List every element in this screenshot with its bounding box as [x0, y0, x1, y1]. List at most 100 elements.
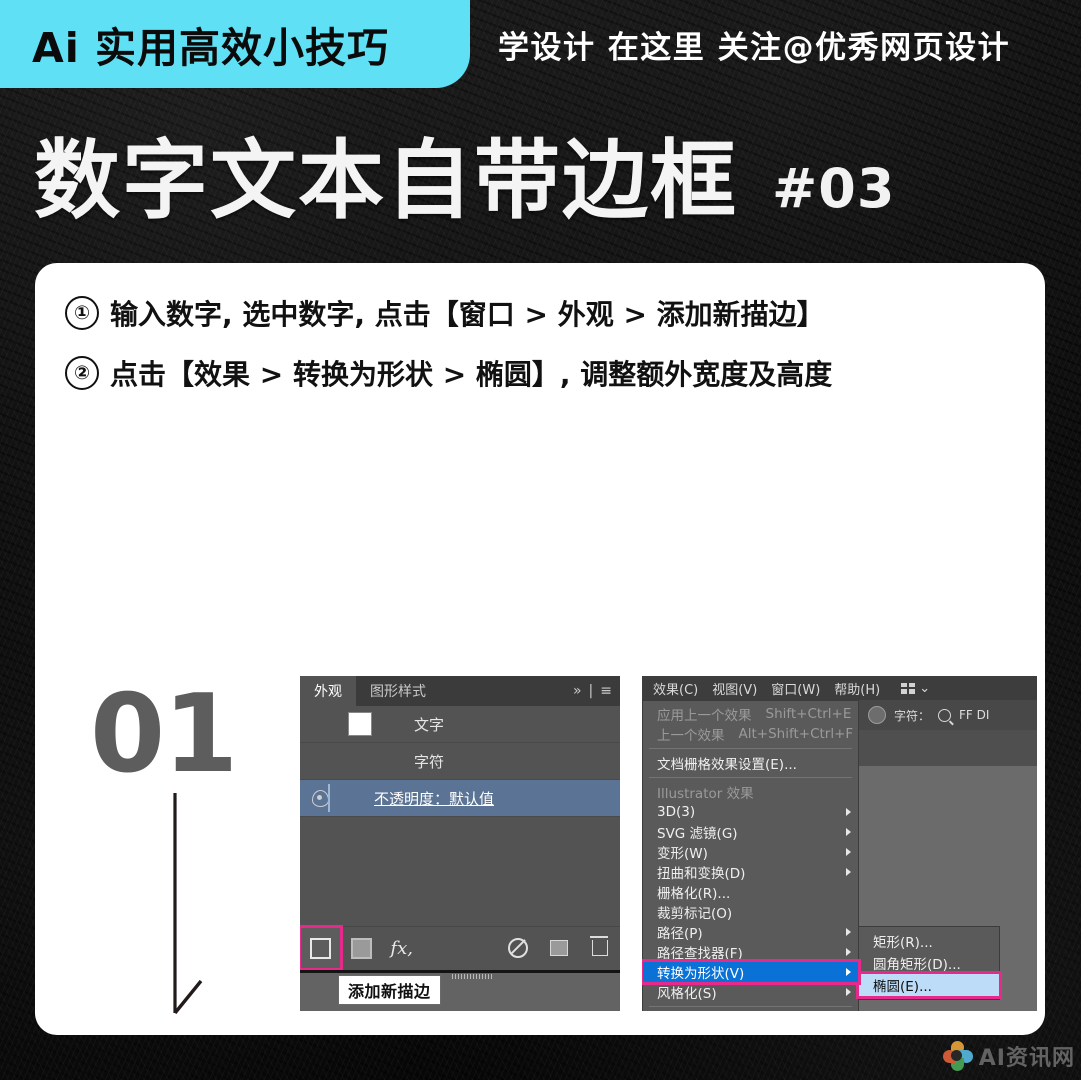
add-new-effect-button[interactable]: fx,	[381, 927, 422, 969]
tab-appearance[interactable]: 外观	[300, 676, 356, 706]
trash-icon	[589, 936, 608, 956]
duplicate-icon	[550, 940, 569, 956]
fx-icon: fx,	[390, 937, 413, 959]
menu-item-stylize[interactable]: 风格化(S)	[643, 982, 858, 1002]
step-1: ① 输入数字, 选中数字, 点击【窗口 > 外观 > 添加新描边】	[65, 293, 825, 333]
square-outline-icon	[309, 937, 331, 959]
menu-item-label: 3D(3)	[657, 804, 696, 820]
menu-item-pathfinder[interactable]: 路径查找器(F)	[643, 942, 858, 962]
menu-item-label: 栅格化(R)...	[657, 886, 731, 902]
menu-item-label: 变形(W)	[657, 846, 708, 862]
title-row: 数字文本自带边框 #03	[34, 114, 1054, 224]
tip-number: #03	[772, 157, 896, 220]
content-card: ① 输入数字, 选中数字, 点击【窗口 > 外观 > 添加新描边】 ② 点击【效…	[35, 263, 1045, 1035]
step-2: ② 点击【效果 > 转换为形状 > 椭圆】, 调整额外宽度及高度	[65, 353, 832, 393]
delete-item-button[interactable]	[579, 927, 620, 969]
white-swatch-icon[interactable]	[348, 712, 372, 736]
effects-menu-screenshot: 效果(C) 视图(V) 窗口(W) 帮助(H) ⌄ 字符： FF DI 应用上一…	[642, 676, 1037, 1011]
scroll-grip[interactable]	[452, 974, 494, 979]
tab-graphic-styles[interactable]: 图形样式	[356, 676, 440, 706]
chevron-right-icon	[846, 968, 851, 976]
menu-item-3d[interactable]: 3D(3)	[643, 802, 858, 822]
appearance-row-characters[interactable]: 字符	[300, 743, 620, 780]
menu-item-convert-to-shape[interactable]: 转换为形状(V)	[642, 959, 861, 985]
appearance-row-text[interactable]: 文字	[300, 706, 620, 743]
menu-item-document-raster-settings[interactable]: 文档栅格效果设置(E)...	[643, 753, 858, 773]
chevron-right-icon	[846, 948, 851, 956]
page-title: 数字文本自带边框	[34, 131, 738, 231]
clear-appearance-button[interactable]	[498, 927, 539, 969]
menu-item-apply-last-effect[interactable]: 应用上一个效果 Shift+Ctrl+E	[643, 704, 858, 724]
menu-item-label: 风格化(S)	[657, 986, 717, 1002]
menu-item-label: 路径(P)	[657, 926, 703, 942]
appearance-panel-screenshot: 外观 图形样式 » | ≡ 文字 字符 不透明度：默认值 fx, 添加新描边	[300, 676, 620, 1011]
menu-item-last-effect[interactable]: 上一个效果 Alt+Shift+Ctrl+F	[643, 724, 858, 744]
chevron-right-icon	[846, 988, 851, 996]
menu-item-warp[interactable]: 变形(W)	[643, 842, 858, 862]
menu-item-label: 路径查找器(F)	[657, 946, 743, 962]
step-2-text: 点击【效果 > 转换为形状 > 椭圆】, 调整额外宽度及高度	[110, 358, 833, 391]
appearance-panel-tools: » | ≡	[573, 676, 612, 706]
menubar-view[interactable]: 视图(V)	[705, 679, 764, 698]
demo-plain-number: 01	[90, 672, 238, 797]
header-tagline: 学设计 在这里 关注@优秀网页设计	[498, 29, 1011, 66]
page-header: Ai 实用高效小技巧 学设计 在这里 关注@优秀网页设计	[0, 0, 1081, 97]
step-2-marker: ②	[65, 356, 99, 390]
submenu-item-ellipse[interactable]: 椭圆(E)...	[856, 971, 1002, 999]
workspace-switcher[interactable]: ⌄	[901, 681, 930, 696]
fill-swatch-slot[interactable]	[340, 712, 380, 736]
menubar-help[interactable]: 帮助(H)	[827, 679, 887, 698]
add-new-fill-button[interactable]	[341, 927, 382, 969]
panel-menu-icon[interactable]: ≡	[600, 683, 612, 699]
menu-item-crop-marks[interactable]: 裁剪标记(O)	[643, 902, 858, 922]
selection-indicator	[328, 784, 330, 812]
appearance-row-label: 不透明度：默认值	[374, 789, 495, 808]
visibility-toggle[interactable]	[300, 789, 340, 807]
appearance-row-label: 字符	[414, 752, 445, 771]
header-badge-label: Ai 实用高效小技巧	[32, 24, 390, 72]
menu-separator	[649, 777, 852, 778]
menu-item-svg-filters[interactable]: SVG 滤镜(G)	[643, 822, 858, 842]
font-name-value[interactable]: FF DI	[959, 708, 989, 722]
chevron-right-icon	[846, 828, 851, 836]
watermark: AI资讯网	[942, 1038, 1075, 1074]
chevron-down-icon: ⌄	[919, 680, 931, 696]
submenu-item-rectangle[interactable]: 矩形(R)...	[859, 930, 999, 952]
menu-item-distort-transform[interactable]: 扭曲和变换(D)	[643, 862, 858, 882]
appearance-thumbnail-icon[interactable]	[868, 706, 886, 724]
add-new-stroke-button[interactable]	[300, 925, 343, 971]
menubar-window[interactable]: 窗口(W)	[764, 679, 827, 698]
eye-icon[interactable]	[311, 789, 329, 807]
chevron-right-icon	[846, 928, 851, 936]
appearance-footer-toolbar: fx,	[300, 925, 620, 971]
step-1-marker: ①	[65, 296, 99, 330]
menu-section-illustrator-effects: Illustrator 效果	[643, 782, 858, 802]
watermark-text: AI资讯网	[978, 1046, 1075, 1071]
grid-icon	[901, 682, 916, 694]
search-icon[interactable]	[938, 708, 952, 722]
menu-item-label: SVG 滤镜(G)	[657, 826, 738, 842]
expand-panel-icon[interactable]: »	[573, 683, 582, 699]
shape-dialog-window-title: 形状选项	[303, 1033, 348, 1035]
effect-dropdown-menu: 应用上一个效果 Shift+Ctrl+E 上一个效果 Alt+Shift+Ctr…	[642, 700, 861, 1011]
appearance-row-opacity[interactable]: 不透明度：默认值	[300, 780, 620, 817]
no-symbol-icon	[508, 938, 529, 958]
canvas-top-strip	[858, 730, 1037, 766]
tool-divider: |	[588, 683, 594, 699]
menu-item-label: 转换为形状(V)	[657, 966, 745, 982]
menu-item-rasterize[interactable]: 栅格化(R)...	[643, 882, 858, 902]
menu-item-path[interactable]: 路径(P)	[643, 922, 858, 942]
menubar-effect[interactable]: 效果(C)	[646, 679, 705, 698]
submenu-item-rounded-rectangle[interactable]: 圆角矩形(D)...	[859, 952, 999, 974]
menu-item-label: 应用上一个效果	[657, 708, 752, 724]
duplicate-item-button[interactable]	[539, 927, 580, 969]
chevron-right-icon	[846, 868, 851, 876]
menu-separator	[649, 748, 852, 749]
effects-menubar: 效果(C) 视图(V) 窗口(W) 帮助(H) ⌄	[642, 676, 1037, 700]
menu-item-label: 扭曲和变换(D)	[657, 866, 746, 882]
chevron-right-icon	[846, 808, 851, 816]
down-arrow-icon	[173, 793, 203, 1015]
step-1-text: 输入数字, 选中数字, 点击【窗口 > 外观 > 添加新描边】	[110, 298, 825, 331]
menu-item-shortcut: Shift+Ctrl+E	[765, 706, 852, 722]
menu-item-label: 文档栅格效果设置(E)...	[657, 757, 797, 773]
